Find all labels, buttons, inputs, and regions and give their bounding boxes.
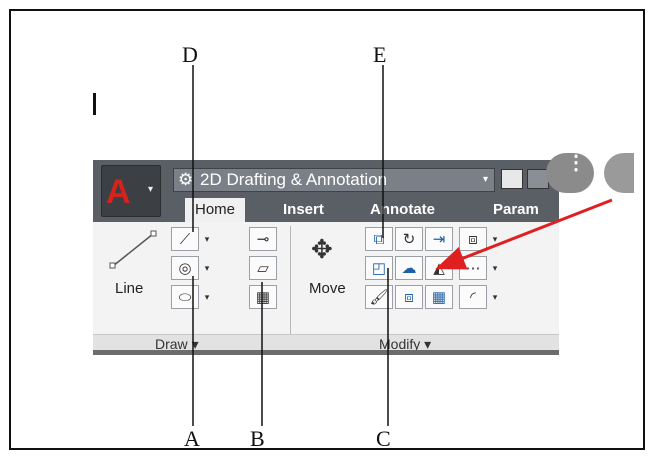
callout-lines (192, 65, 613, 426)
red-arrow (435, 198, 613, 270)
